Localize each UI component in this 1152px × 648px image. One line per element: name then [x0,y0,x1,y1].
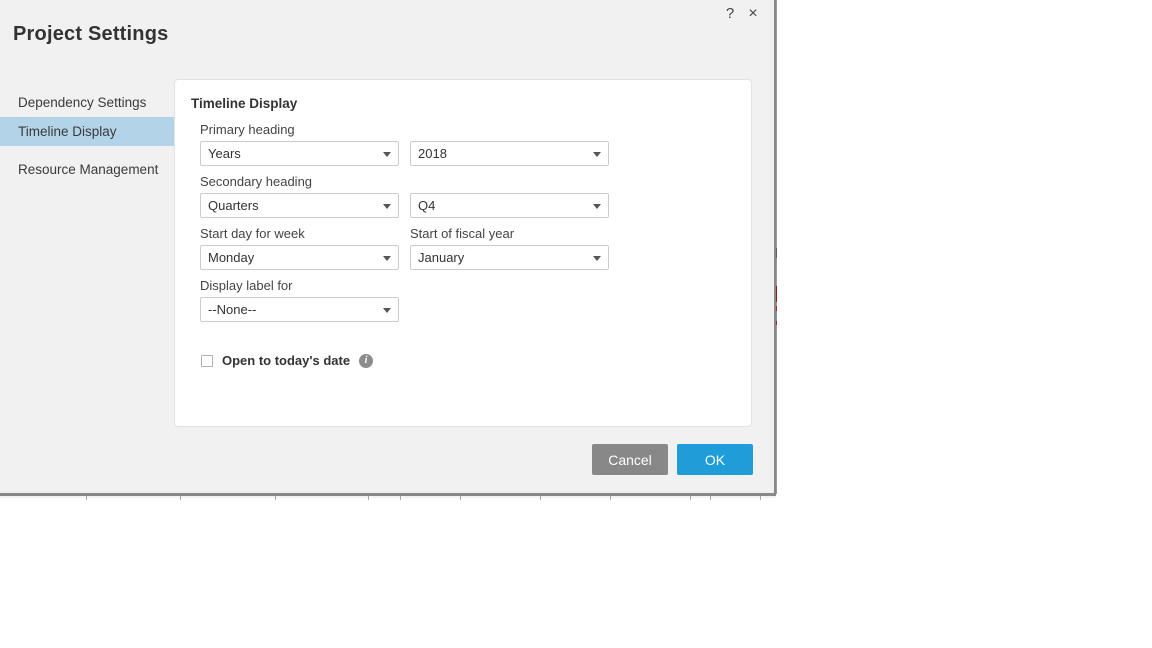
display-label-for-label: Display label for [200,278,293,293]
sidebar-item-resource-management[interactable]: Resource Management [0,155,174,184]
primary-heading-row: Years 2018 [200,141,740,166]
sidebar-item-label: Timeline Display [18,124,117,139]
secondary-heading-row: Quarters Q4 [200,193,740,218]
chevron-down-icon [593,204,601,209]
chevron-down-icon [383,308,391,313]
ruler-tick [540,496,541,500]
panel-title: Timeline Display [191,96,298,111]
project-settings-dialog: ? × Project Settings Dependency Settings… [0,0,776,495]
chevron-down-icon [593,152,601,157]
ruler-tick [690,496,691,500]
secondary-heading-label: Secondary heading [200,174,313,189]
primary-heading-unit-col: Years [200,141,399,166]
primary-heading-value: Years [208,146,241,161]
secondary-heading-quarter-select[interactable]: Q4 [410,193,609,218]
chevron-down-icon [383,152,391,157]
display-label-for-select[interactable]: --None-- [200,297,399,322]
start-day-label: Start day for week [200,226,305,241]
chevron-down-icon [593,256,601,261]
bottom-ruler-band [0,494,776,500]
fiscal-year-label: Start of fiscal year [410,226,515,241]
primary-heading-year-value: 2018 [418,146,447,161]
chevron-down-icon [383,204,391,209]
sidebar-item-dependency-settings[interactable]: Dependency Settings [0,88,174,117]
display-label-for-col: --None-- [200,297,399,322]
primary-heading-label: Primary heading [200,122,295,137]
help-icon[interactable]: ? [721,5,739,23]
ruler-tick [610,496,611,500]
display-label-for-row: --None-- [200,297,740,322]
display-label-for-value: --None-- [208,302,257,317]
fiscal-year-select[interactable]: January [410,245,609,270]
ruler-tick [460,496,461,500]
sidebar-item-label: Dependency Settings [18,95,147,110]
cancel-button[interactable]: Cancel [592,444,668,475]
secondary-heading-unit-col: Quarters [200,193,399,218]
primary-heading-year-col: 2018 [410,141,609,166]
start-day-col: Monday [200,245,399,270]
ruler-tick [710,496,711,500]
ruler-tick [86,496,87,500]
page-title: Project Settings [13,23,169,45]
secondary-heading-quarter-col: Q4 [410,193,609,218]
start-day-select[interactable]: Monday [200,245,399,270]
open-to-today-label: Open to today's date [222,353,351,368]
timeline-display-panel: Timeline Display Primary heading Years 2… [174,79,752,427]
secondary-heading-quarter-value: Q4 [418,198,436,213]
week-fiscal-row: Monday January [200,245,740,270]
info-icon[interactable]: i [359,353,374,368]
sidebar-item-label: Resource Management [18,162,159,177]
ruler-tick [180,496,181,500]
ruler-tick [400,496,401,500]
chevron-down-icon [383,256,391,261]
week-fiscal-label-row: Start day for week Start of fiscal year [200,226,740,245]
ruler-tick [368,496,369,500]
primary-heading-select[interactable]: Years [200,141,399,166]
secondary-heading-value: Quarters [208,198,259,213]
open-to-today-checkbox[interactable] [201,354,213,367]
ruler-tick [275,496,276,500]
primary-heading-year-select[interactable]: 2018 [410,141,609,166]
dialog-footer: Cancel OK [0,444,774,476]
secondary-heading-select[interactable]: Quarters [200,193,399,218]
start-day-value: Monday [208,250,255,265]
fiscal-year-value: January [418,250,465,265]
timeline-display-form: Primary heading Years 2018 Secondary hea… [200,122,740,368]
sidebar-item-timeline-display[interactable]: Timeline Display [0,117,174,146]
screen: ? × Project Settings Dependency Settings… [0,0,1152,648]
open-to-today-row: Open to today's date i [201,353,740,368]
close-icon[interactable]: × [744,5,762,23]
ruler-tick [760,496,761,500]
settings-sidebar: Dependency Settings Timeline Display Res… [0,88,174,184]
fiscal-year-col: January [410,245,609,270]
ok-button[interactable]: OK [677,444,753,475]
